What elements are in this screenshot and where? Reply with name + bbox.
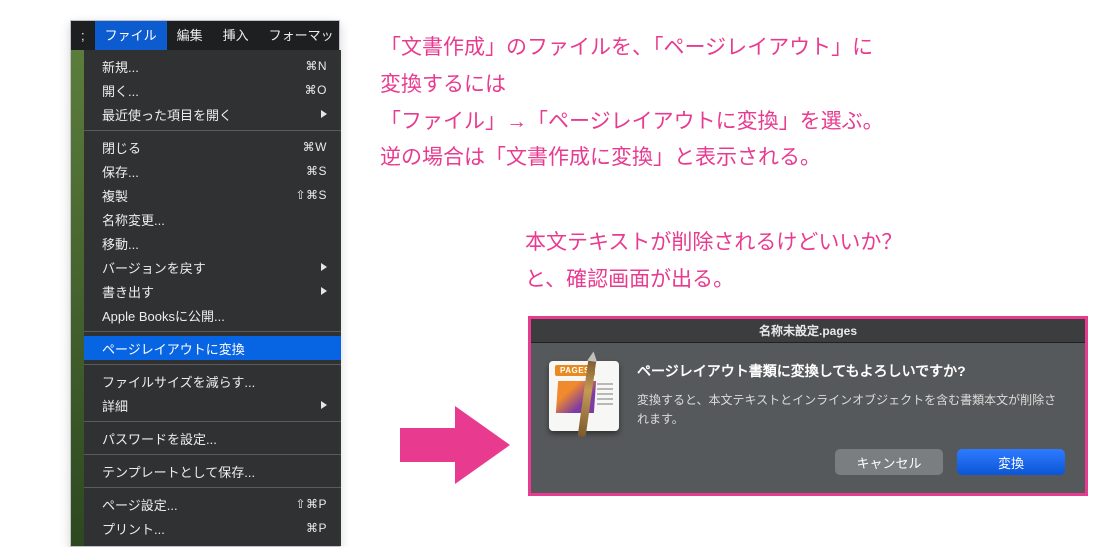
dialog-title: 名称未設定.pages [759, 322, 857, 339]
menu-shortcut: ⌘O [287, 83, 327, 97]
menu-label: Apple Booksに公開... [102, 306, 225, 325]
menu-label: プリント... [102, 519, 165, 538]
menubar-item-format[interactable]: フォーマッ [259, 21, 339, 50]
menu-separator [84, 487, 341, 488]
menu-separator [84, 421, 341, 422]
cancel-button[interactable]: キャンセル [835, 449, 943, 475]
menubar-item-file[interactable]: ファイル [95, 21, 167, 50]
menu-item-apple-books[interactable]: Apple Booksに公開... [84, 303, 341, 327]
menu-label: 最近使った項目を開く [102, 105, 232, 124]
submenu-arrow-icon [321, 263, 327, 271]
menu-item-set-password[interactable]: パスワードを設定... [84, 426, 341, 450]
menu-label: 新規... [102, 57, 139, 76]
menu-item-export[interactable]: 書き出す [84, 279, 341, 303]
pages-app-icon: PAGES [549, 361, 619, 431]
menu-item-revert[interactable]: バージョンを戻す [84, 255, 341, 279]
menu-label: ファイルサイズを減らす... [102, 372, 255, 391]
menu-shortcut: ⇧⌘P [287, 497, 327, 511]
menu-label: 閉じる [102, 138, 141, 157]
menubar: ; ファイル 編集 挿入 フォーマッ [71, 21, 339, 50]
menu-shortcut: ⌘S [287, 164, 327, 178]
menu-item-rename[interactable]: 名称変更... [84, 207, 341, 231]
menu-label: ページ設定... [102, 495, 178, 514]
menu-label: バージョンを戻す [102, 258, 206, 277]
dialog-body: PAGES ページレイアウト書類に変換してもよろしいですか? 変換すると、本文テ… [531, 343, 1085, 449]
menu-shortcut: ⌘N [287, 59, 327, 73]
arrow-icon [400, 400, 510, 490]
menu-item-new[interactable]: 新規... ⌘N [84, 54, 341, 78]
menu-label: 移動... [102, 234, 139, 253]
submenu-arrow-icon [321, 287, 327, 295]
menu-shortcut: ⌘W [287, 140, 327, 154]
dialog-button-row: キャンセル 変換 [531, 449, 1085, 493]
menu-item-close[interactable]: 閉じる ⌘W [84, 135, 341, 159]
menu-item-save[interactable]: 保存... ⌘S [84, 159, 341, 183]
menu-item-convert-to-page-layout[interactable]: ページレイアウトに変換 [84, 336, 341, 360]
confirmation-dialog: 名称未設定.pages PAGES ページレイアウト書類に変換してもよろしいです… [528, 316, 1088, 496]
menu-label: 開く... [102, 81, 139, 100]
menu-label: ページレイアウトに変換 [102, 339, 245, 358]
menu-separator [84, 130, 341, 131]
menu-item-print[interactable]: プリント... ⌘P [84, 516, 341, 540]
file-menu-screenshot: ; ファイル 編集 挿入 フォーマッ 新規... ⌘N 開く... ⌘O 最近使… [70, 20, 340, 547]
menu-item-open[interactable]: 開く... ⌘O [84, 78, 341, 102]
menu-label: 書き出す [102, 282, 154, 301]
menu-label: テンプレートとして保存... [102, 462, 255, 481]
menu-label: 詳細 [102, 396, 128, 415]
menu-separator [84, 364, 341, 365]
menu-item-page-setup[interactable]: ページ設定... ⇧⌘P [84, 492, 341, 516]
menu-label: パスワードを設定... [102, 429, 217, 448]
dialog-titlebar: 名称未設定.pages [531, 319, 1085, 343]
convert-button[interactable]: 変換 [957, 449, 1065, 475]
menu-label: 複製 [102, 186, 128, 205]
menu-shortcut: ⇧⌘S [287, 188, 327, 202]
menubar-item-edit[interactable]: 編集 [167, 21, 213, 50]
menu-separator [84, 331, 341, 332]
menu-label: 名称変更... [102, 210, 165, 229]
menu-shortcut: ⌘P [287, 521, 327, 535]
dialog-heading: ページレイアウト書類に変換してもよろしいですか? [637, 361, 1065, 381]
window-background-strip [71, 50, 84, 546]
menubar-item-insert[interactable]: 挿入 [213, 21, 259, 50]
submenu-arrow-icon [321, 401, 327, 409]
explanation-paragraph-1: 「文書作成」のファイルを、「ページレイアウト」に 変換するには 「ファイル」→「… [380, 30, 1100, 177]
explanation-paragraph-2: 本文テキストが削除されるけどいいか？ と、確認画面が出る。 [525, 225, 1095, 299]
menu-item-advanced[interactable]: 詳細 [84, 393, 341, 417]
menu-item-duplicate[interactable]: 複製 ⇧⌘S [84, 183, 341, 207]
menu-item-move[interactable]: 移動... [84, 231, 341, 255]
menu-label: 保存... [102, 162, 139, 181]
dialog-message: 変換すると、本文テキストとインラインオブジェクトを含む書類本文が削除されます。 [637, 391, 1065, 428]
menu-item-open-recent[interactable]: 最近使った項目を開く [84, 102, 341, 126]
menu-item-save-as-template[interactable]: テンプレートとして保存... [84, 459, 341, 483]
menubar-trail: ; [71, 21, 95, 50]
menu-item-reduce-file-size[interactable]: ファイルサイズを減らす... [84, 369, 341, 393]
menu-separator [84, 454, 341, 455]
file-dropdown: 新規... ⌘N 開く... ⌘O 最近使った項目を開く 閉じる ⌘W 保存..… [84, 50, 341, 546]
submenu-arrow-icon [321, 110, 327, 118]
